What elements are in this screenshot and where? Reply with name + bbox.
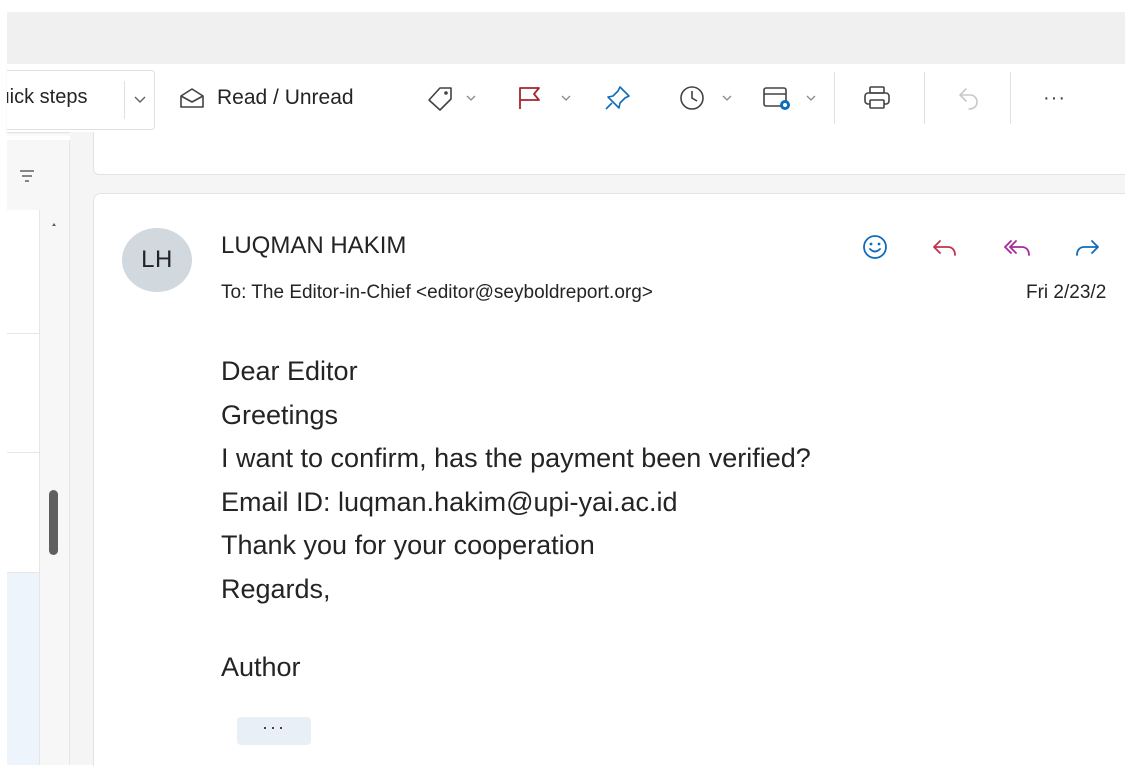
pin-button[interactable]: [603, 64, 633, 132]
more-icon: ···: [1043, 86, 1066, 109]
message-body: Dear Editor Greetings I want to confirm,…: [221, 350, 811, 612]
scrollbar-thumb[interactable]: [49, 490, 58, 555]
avatar[interactable]: LH: [122, 228, 192, 292]
tag-icon: [428, 87, 452, 111]
list-divider: [7, 572, 39, 573]
tab-bar: [7, 12, 1125, 64]
recipient[interactable]: The Editor-in-Chief <editor@seyboldrepor…: [251, 282, 653, 303]
body-line: Greetings: [221, 399, 339, 430]
more-options-button[interactable]: ···: [1043, 64, 1066, 132]
quick-steps-dropdown[interactable]: Quick steps: [7, 70, 155, 130]
categorize-button[interactable]: [425, 64, 479, 132]
undo-button[interactable]: [951, 64, 981, 132]
flag-icon: [519, 87, 540, 109]
printer-icon: [864, 86, 890, 109]
chevron-down-icon: [561, 95, 571, 101]
quick-steps-separator: [124, 81, 125, 119]
quick-steps-label: Quick steps: [7, 86, 88, 108]
read-unread-label: Read / Unread: [217, 86, 354, 109]
read-unread-button[interactable]: Read / Unread: [179, 64, 354, 132]
envelope-open-icon: [180, 88, 204, 108]
rules-icon: [763, 87, 790, 110]
to-prefix: To:: [221, 282, 247, 303]
undo-icon: [959, 88, 978, 110]
body-line: Thank you for your cooperation: [221, 530, 595, 561]
chevron-down-icon: [466, 95, 476, 101]
body-line: Regards,: [221, 573, 331, 604]
body-line: Dear Editor: [221, 356, 358, 386]
window-top-strip: [0, 0, 1125, 12]
snooze-button[interactable]: [677, 64, 735, 132]
list-item-selected[interactable]: [7, 572, 39, 765]
toolbar-divider: [834, 72, 835, 124]
print-button[interactable]: [862, 64, 892, 132]
recipient-line: To: The Editor-in-Chief <editor@seyboldr…: [221, 282, 653, 304]
toolbar-divider: [1010, 72, 1011, 124]
show-more-button[interactable]: ···: [237, 717, 311, 745]
chevron-down-icon: [806, 95, 816, 101]
clock-icon: [680, 86, 704, 110]
reply-all-icon[interactable]: [1002, 232, 1032, 262]
scroll-up-arrow-icon[interactable]: [48, 220, 60, 230]
previous-message-card: [93, 132, 1125, 175]
chevron-down-icon[interactable]: [131, 89, 149, 109]
signature: Author: [221, 652, 301, 682]
filter-icon[interactable]: [17, 168, 37, 184]
pin-icon: [605, 86, 630, 110]
reply-icon[interactable]: [929, 232, 959, 262]
toolbar-divider: [924, 72, 925, 124]
filter-area: [7, 140, 70, 211]
list-divider: [7, 452, 39, 453]
emoji-icon[interactable]: [860, 232, 890, 262]
body-line: I want to confirm, has the payment been …: [221, 443, 811, 474]
scrollbar[interactable]: [40, 210, 69, 765]
flag-button[interactable]: [514, 64, 574, 132]
rules-button[interactable]: [761, 64, 819, 132]
sender-name[interactable]: LUQMAN HAKIM: [221, 232, 406, 260]
forward-icon[interactable]: [1073, 232, 1103, 262]
ribbon-toolbar: Quick steps Read / Unread: [7, 64, 1125, 133]
chevron-down-icon: [722, 95, 732, 101]
message-date: Fri 2/23/2: [1026, 282, 1107, 303]
list-divider: [7, 333, 39, 334]
body-line: Email ID: luqman.hakim@upi-yai.ac.id: [221, 486, 678, 517]
